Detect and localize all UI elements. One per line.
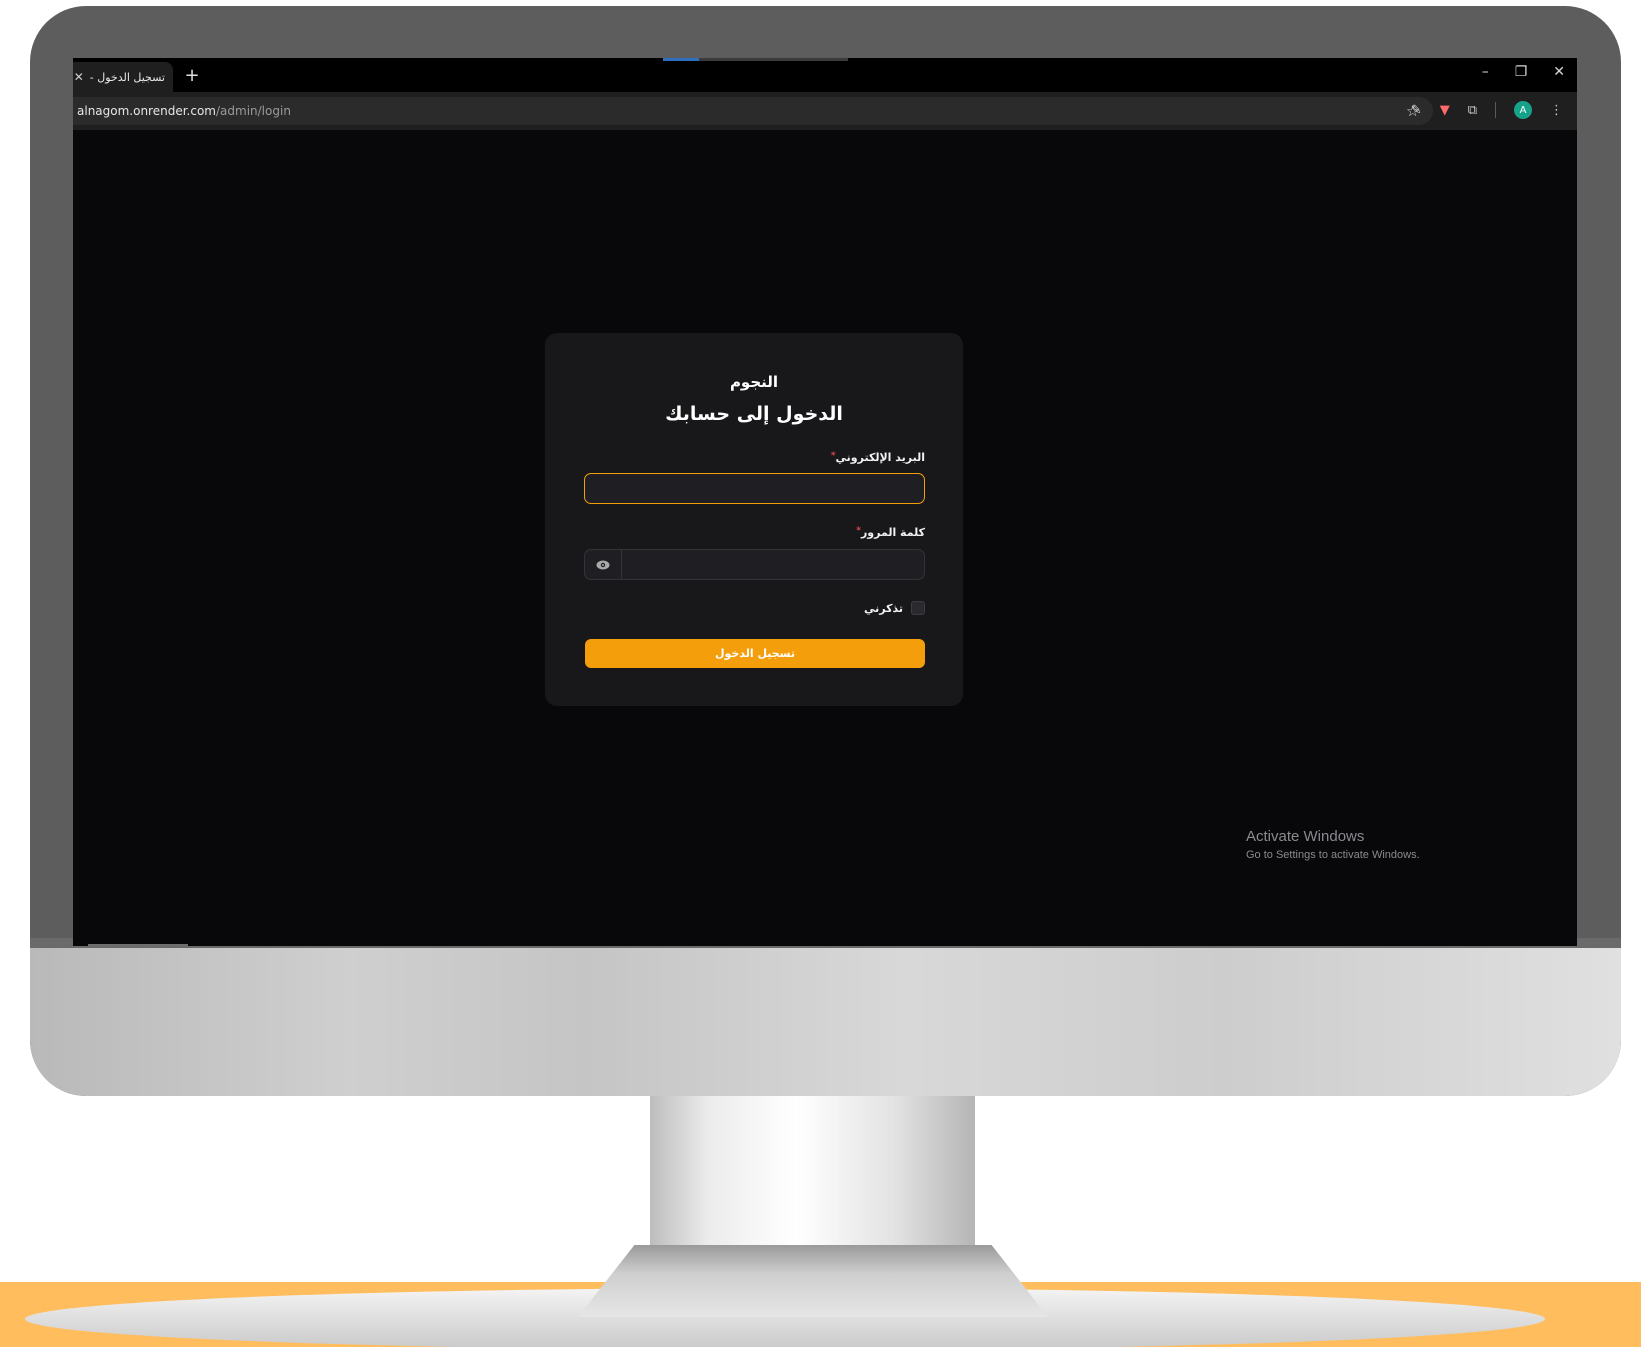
taskbar-edge bbox=[88, 944, 188, 946]
screen: ✕ تسجيل الدخول - + – ❐ ✕ alnagom.onrende… bbox=[73, 58, 1577, 946]
url-host: alnagom.onrender.com bbox=[77, 104, 216, 118]
show-password-eye-icon[interactable] bbox=[585, 550, 622, 579]
monitor-stand-foot bbox=[578, 1245, 1048, 1317]
toolbar-icons: ✎ ▼ ⧉ A ⋮ bbox=[1411, 101, 1563, 119]
restore-icon[interactable]: ❐ bbox=[1515, 64, 1528, 80]
remember-me-row[interactable]: تذكرني bbox=[864, 601, 925, 615]
browser-tabbar: ✕ تسجيل الدخول - + – ❐ ✕ bbox=[73, 58, 1577, 92]
url-path: /admin/login bbox=[216, 104, 291, 118]
loading-indicator bbox=[663, 58, 848, 61]
toolbar-divider bbox=[1495, 102, 1496, 118]
extensions-puzzle-icon[interactable]: ⧉ bbox=[1468, 103, 1477, 118]
window-controls: – ❐ ✕ bbox=[1482, 64, 1565, 80]
new-tab-button[interactable]: + bbox=[181, 65, 203, 87]
minimize-icon[interactable]: – bbox=[1482, 64, 1489, 80]
extension-pen-icon[interactable]: ✎ bbox=[1411, 103, 1422, 118]
login-heading: الدخول إلى حسابك bbox=[665, 403, 843, 425]
monitor-chin bbox=[30, 948, 1621, 1096]
password-label: كلمة المرور* bbox=[856, 526, 925, 539]
email-label-text: البريد الإلكتروني bbox=[835, 451, 925, 464]
watermark-line1: Activate Windows bbox=[1246, 828, 1365, 845]
close-window-icon[interactable]: ✕ bbox=[1553, 64, 1565, 80]
mockup-stage: ✕ تسجيل الدخول - + – ❐ ✕ alnagom.onrende… bbox=[0, 0, 1641, 1347]
password-field[interactable] bbox=[622, 550, 924, 579]
password-label-text: كلمة المرور bbox=[860, 526, 925, 539]
email-field[interactable] bbox=[584, 473, 925, 504]
email-label: البريد الإلكتروني* bbox=[831, 451, 925, 464]
monitor-stand-neck bbox=[650, 1090, 975, 1260]
remember-me-checkbox[interactable] bbox=[911, 601, 925, 615]
browser-toolbar: alnagom.onrender.com/admin/login ☆ ✎ ▼ ⧉… bbox=[73, 92, 1577, 130]
watermark-line2: Go to Settings to activate Windows. bbox=[1246, 849, 1420, 861]
profile-avatar[interactable]: A bbox=[1514, 101, 1532, 119]
remember-me-label: تذكرني bbox=[864, 601, 903, 615]
tab-title: تسجيل الدخول - bbox=[89, 70, 165, 84]
brand-name: النجوم bbox=[729, 373, 779, 391]
address-bar[interactable]: alnagom.onrender.com/admin/login ☆ bbox=[73, 97, 1433, 125]
menu-kebab-icon[interactable]: ⋮ bbox=[1550, 103, 1563, 118]
password-field-wrapper bbox=[584, 549, 925, 580]
extension-pin-icon[interactable]: ▼ bbox=[1440, 103, 1450, 118]
monitor-frame: ✕ تسجيل الدخول - + – ❐ ✕ alnagom.onrende… bbox=[30, 6, 1621, 1096]
activate-windows-watermark: Activate Windows Go to Settings to activ… bbox=[1246, 828, 1420, 861]
login-submit-button[interactable]: تسجيل الدخول bbox=[585, 639, 925, 668]
browser-tab[interactable]: ✕ تسجيل الدخول - bbox=[73, 62, 173, 92]
login-card: النجوم الدخول إلى حسابك البريد الإلكترون… bbox=[545, 333, 963, 706]
tab-close-icon[interactable]: ✕ bbox=[74, 70, 84, 84]
